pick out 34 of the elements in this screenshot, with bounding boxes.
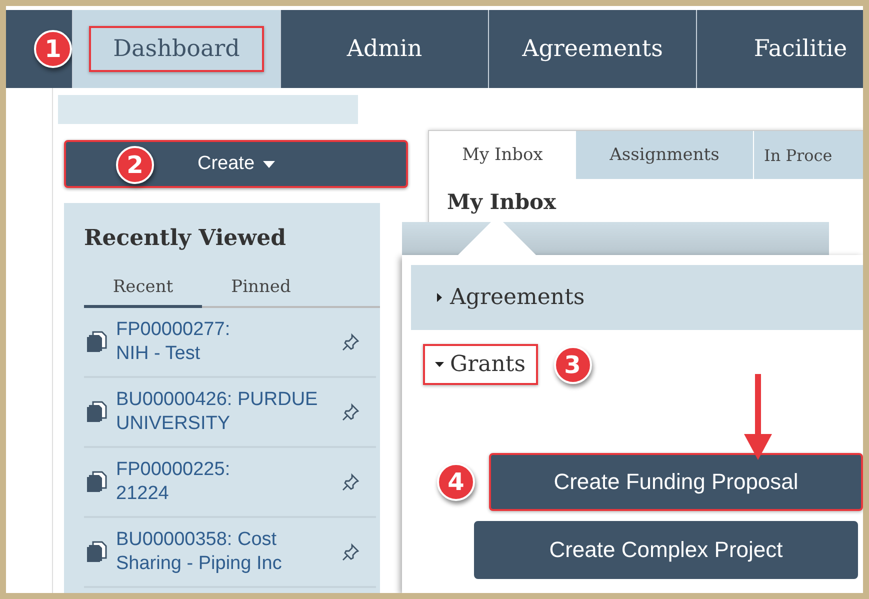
- step-badge: 4: [437, 463, 475, 501]
- caret-right-icon: [435, 293, 444, 302]
- create-option-button[interactable]: Create Funding Proposal: [489, 453, 863, 511]
- nav-tab[interactable]: Facilitie: [696, 10, 863, 88]
- panel-tab[interactable]: Pinned: [202, 269, 320, 308]
- pin-icon[interactable]: [342, 333, 360, 351]
- inbox-heading: My Inbox: [447, 189, 558, 214]
- inbox-tab[interactable]: In Proce: [753, 131, 863, 179]
- record-link[interactable]: FP00000277: NIH - Test: [116, 318, 336, 366]
- step-badge: 1: [34, 30, 72, 68]
- create-button[interactable]: 2 Create: [64, 140, 408, 188]
- documents-icon: [86, 470, 110, 494]
- panel-title: Recently Viewed: [84, 225, 287, 251]
- pin-icon[interactable]: [342, 543, 360, 561]
- nav-tab[interactable]: Dashboard: [72, 10, 280, 88]
- nav-tab[interactable]: Agreements: [488, 10, 696, 88]
- caret-icon: [262, 160, 275, 168]
- documents-icon: [86, 400, 110, 424]
- menu-section[interactable]: Grants: [423, 344, 538, 385]
- record-link[interactable]: BU00000358: Cost Sharing - Piping Inc: [116, 528, 336, 576]
- documents-icon: [86, 330, 110, 354]
- step-badge: 2: [116, 146, 154, 184]
- documents-icon: [86, 540, 110, 564]
- create-option-button[interactable]: Create Complex Project: [474, 521, 858, 579]
- nav-tab[interactable]: Admin: [280, 10, 488, 88]
- caret-down-icon: [435, 360, 444, 369]
- pin-icon[interactable]: [342, 473, 360, 491]
- record-link[interactable]: BU00000426: PURDUE UNIVERSITY: [116, 388, 336, 436]
- inbox-tab[interactable]: My Inbox: [429, 131, 575, 179]
- pin-icon[interactable]: [342, 403, 360, 421]
- inbox-tab[interactable]: Assignments: [575, 131, 753, 179]
- step-badge: 3: [554, 346, 592, 384]
- panel-tab[interactable]: Recent: [84, 269, 202, 308]
- record-link[interactable]: FP00000225: 21224: [116, 458, 336, 506]
